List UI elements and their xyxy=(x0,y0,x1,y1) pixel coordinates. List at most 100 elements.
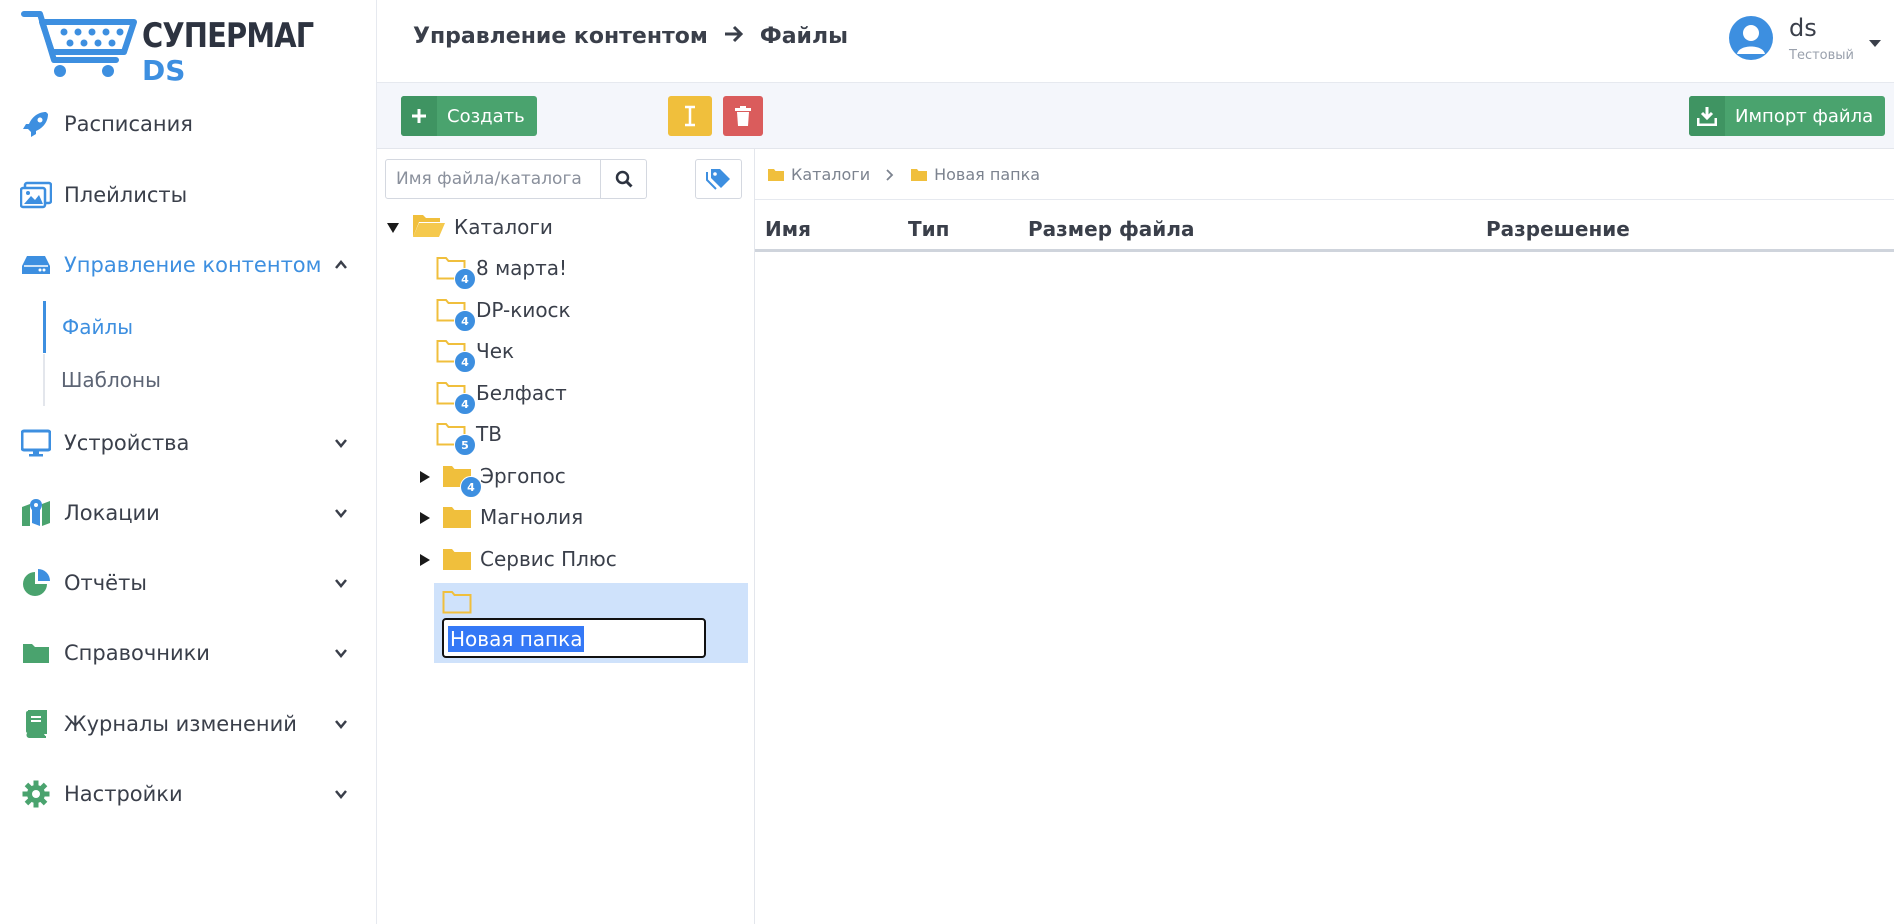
search-icon xyxy=(615,170,633,188)
folder-icon xyxy=(911,168,928,181)
breadcrumb-item[interactable]: Управление контентом xyxy=(413,24,708,49)
search-button[interactable] xyxy=(600,160,647,198)
caret-right-icon xyxy=(420,512,430,524)
tree-item-label: DP-киоск xyxy=(476,298,571,322)
sidebar-item-label: Отчёты xyxy=(64,571,147,595)
tree-item-label: ТВ xyxy=(476,422,502,446)
content-breadcrumb-item: Новая папка xyxy=(934,165,1041,184)
chevron-down-icon xyxy=(335,579,347,588)
sidebar-item-playlists[interactable]: Плейлисты xyxy=(0,170,376,220)
avatar xyxy=(1729,16,1773,60)
sidebar-item-reports[interactable]: Отчёты xyxy=(0,558,376,608)
gear-icon xyxy=(20,778,52,810)
delete-button[interactable] xyxy=(723,96,763,136)
monitor-icon xyxy=(20,427,52,459)
sidebar-item-settings[interactable]: Настройки xyxy=(0,769,376,819)
caret-right-icon xyxy=(420,471,430,483)
text-cursor-icon xyxy=(685,105,695,127)
column-header-resolution[interactable]: Разрешение xyxy=(1486,217,1630,241)
folder-icon xyxy=(443,507,471,528)
count-badge: 4 xyxy=(454,351,476,373)
map-marker-icon xyxy=(20,497,52,529)
brand-name: СУПЕРМАГ xyxy=(142,16,314,56)
toolbar: Создать Импорт файла xyxy=(377,83,1894,149)
tree-root-label: Каталоги xyxy=(454,215,553,239)
images-icon xyxy=(20,179,52,211)
rename-folder-selected-text: Новая папка xyxy=(448,626,585,652)
folder-icon xyxy=(20,637,52,669)
count-badge: 4 xyxy=(454,310,476,332)
table-header: Имя Тип Размер файла Разрешение xyxy=(755,217,1894,252)
pie-chart-icon xyxy=(20,567,52,599)
download-icon xyxy=(1689,96,1725,136)
column-header-type[interactable]: Тип xyxy=(908,217,949,241)
folder-outline-icon xyxy=(442,591,472,614)
column-header-name[interactable]: Имя xyxy=(765,217,811,241)
sidebar-subitem-label: Шаблоны xyxy=(61,368,161,392)
tree-item-label: Эргопос xyxy=(480,464,566,488)
sidebar-item-label: Настройки xyxy=(64,782,183,806)
breadcrumb: Управление контентом Файлы xyxy=(413,24,848,49)
sidebar-item-content-management[interactable]: Управление контентом xyxy=(0,240,376,290)
hdd-icon xyxy=(20,249,52,281)
chevron-down-icon xyxy=(335,509,347,518)
sidebar-item-locations[interactable]: Локации xyxy=(0,488,376,538)
caret-down-icon xyxy=(1869,40,1881,47)
sidebar-item-label: Устройства xyxy=(64,431,190,455)
file-list-panel: Каталоги Новая папка Имя Тип Размер файл… xyxy=(755,149,1894,924)
tags-icon xyxy=(705,169,730,190)
sidebar-item-changelogs[interactable]: Журналы изменений xyxy=(0,699,376,749)
logo[interactable]: СУПЕРМАГ DS xyxy=(20,8,314,87)
count-badge: 4 xyxy=(454,268,476,290)
header: Управление контентом Файлы ds Тестовый xyxy=(377,0,1894,83)
sidebar-item-devices[interactable]: Устройства xyxy=(0,418,376,468)
count-badge: 5 xyxy=(454,434,476,456)
rename-button[interactable] xyxy=(668,96,712,136)
sidebar-item-label: Управление контентом xyxy=(64,253,322,277)
chevron-down-icon xyxy=(335,720,347,729)
content-breadcrumb-item[interactable]: Каталоги xyxy=(791,165,870,184)
caret-down-icon xyxy=(387,223,399,233)
import-file-button-label: Импорт файла xyxy=(1735,105,1874,127)
chevron-down-icon xyxy=(335,439,347,448)
sidebar-subitem-label: Файлы xyxy=(62,315,134,339)
tree-item-label: Магнолия xyxy=(480,505,584,529)
search-input[interactable] xyxy=(386,160,616,198)
sidebar-item-directories[interactable]: Справочники xyxy=(0,628,376,678)
tree-item-label: Сервис Плюс xyxy=(480,547,617,571)
search-box xyxy=(385,159,647,199)
folder-icon xyxy=(768,168,784,181)
divider xyxy=(755,199,1894,200)
arrow-right-icon xyxy=(724,24,744,49)
create-button[interactable]: Создать xyxy=(401,96,537,136)
import-file-button[interactable]: Импорт файла xyxy=(1689,96,1886,136)
count-badge: 4 xyxy=(460,476,482,498)
sidebar: СУПЕРМАГ DS Расписания Плейлисты Управле… xyxy=(0,0,377,924)
tree-item-label: Чек xyxy=(476,339,515,363)
cart-logo-icon xyxy=(21,11,137,77)
content-breadcrumb: Каталоги Новая папка xyxy=(767,165,1040,184)
sidebar-item-label: Плейлисты xyxy=(64,183,188,207)
sidebar-item-label: Локации xyxy=(64,501,160,525)
rocket-icon xyxy=(20,108,52,140)
sidebar-item-label: Справочники xyxy=(64,641,210,665)
user-menu[interactable]: ds Тестовый xyxy=(1729,14,1889,70)
column-header-size[interactable]: Размер файла xyxy=(1028,217,1194,241)
chevron-up-icon xyxy=(335,260,347,269)
chevron-right-icon xyxy=(886,168,894,181)
sidebar-item-schedules[interactable]: Расписания xyxy=(0,99,376,149)
sidebar-item-label: Расписания xyxy=(64,112,193,136)
sidebar-subitem-files[interactable]: Файлы xyxy=(43,301,346,353)
tree-item-label: Белфаст xyxy=(476,381,567,405)
chevron-down-icon xyxy=(335,649,347,658)
chevron-down-icon xyxy=(335,790,347,799)
brand-suffix: DS xyxy=(142,54,186,87)
trash-icon xyxy=(735,106,751,126)
book-icon xyxy=(20,708,52,740)
rename-folder-input[interactable]: Новая папка xyxy=(442,618,706,658)
folder-icon xyxy=(443,549,471,570)
tags-button[interactable] xyxy=(695,159,742,199)
user-name: ds xyxy=(1789,14,1817,42)
sidebar-subitem-templates[interactable]: Шаблоны xyxy=(43,354,345,406)
tree-item-label: 8 марта! xyxy=(476,256,568,280)
